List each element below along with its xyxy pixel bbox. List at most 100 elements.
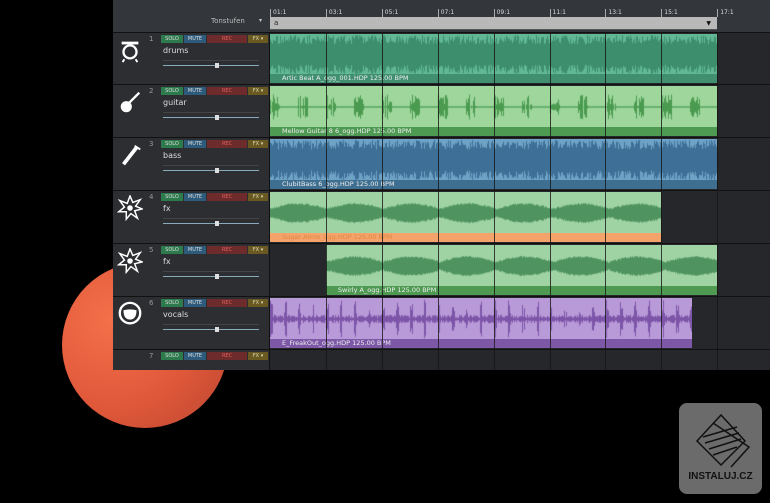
record-button[interactable]: REC: [207, 352, 247, 360]
track-6: 6 SOLO MUTE REC FX ▾ vocals E_FreakOut_og…: [113, 296, 770, 349]
solo-button[interactable]: SOLO: [161, 87, 183, 95]
clip-label: Swirly A_ogg.HDP 125.00 BPM: [326, 286, 717, 295]
track-4: 4 SOLO MUTE REC FX ▾ fx Sugar Atmo_ogg.HD…: [113, 190, 770, 243]
mute-button[interactable]: MUTE: [184, 193, 206, 201]
track-number: 1: [149, 35, 153, 43]
clip-label: E_FreakOut_ogg.HDP 125.00 BPM: [270, 339, 692, 348]
scale-track-bar[interactable]: a ▼: [270, 17, 717, 30]
bar-gridline: [326, 32, 327, 370]
bar-gridline: [438, 32, 439, 370]
mute-button[interactable]: MUTE: [184, 35, 206, 43]
volume-slider[interactable]: [163, 117, 259, 118]
track-header: 3 SOLO MUTE REC FX ▾ bass: [113, 138, 270, 190]
mute-button[interactable]: MUTE: [184, 299, 206, 307]
timeline-tick: 17:1: [717, 9, 733, 17]
drum-icon: [117, 37, 143, 63]
mute-button[interactable]: MUTE: [184, 246, 206, 254]
audio-clip[interactable]: Swirly A_ogg.HDP 125.00 BPM: [326, 245, 717, 295]
track-1: 1 SOLO MUTE REC FX ▾ drums Artic Beat A_o…: [113, 32, 770, 84]
guitar-icon: [117, 89, 143, 115]
track-name: bass: [163, 151, 181, 160]
bar-gridline: [382, 32, 383, 370]
track-name: fx: [163, 204, 171, 213]
volume-slider-handle[interactable]: [215, 274, 219, 279]
volume-slider[interactable]: [163, 223, 259, 224]
waveform: [270, 298, 692, 340]
volume-slider-handle[interactable]: [215, 63, 219, 68]
bar-gridline: [494, 32, 495, 370]
volume-slider-handle[interactable]: [215, 221, 219, 226]
solo-button[interactable]: SOLO: [161, 246, 183, 254]
waveform: [326, 245, 717, 287]
fx-button[interactable]: FX ▾: [248, 35, 268, 43]
mute-button[interactable]: MUTE: [184, 352, 206, 360]
record-button[interactable]: REC: [207, 87, 247, 95]
volume-slider-handle[interactable]: [215, 327, 219, 332]
logo-mark-icon: [679, 403, 762, 473]
timeline-tick: 01:1: [270, 9, 286, 17]
track-5: 5 SOLO MUTE REC FX ▾ fx Swirly A_ogg.HDP …: [113, 243, 770, 296]
record-button[interactable]: REC: [207, 299, 247, 307]
fx-button[interactable]: FX ▾: [248, 246, 268, 254]
track-header: 6 SOLO MUTE REC FX ▾ vocals: [113, 297, 270, 349]
fx-button[interactable]: FX ▾: [248, 299, 268, 307]
track-header: 5 SOLO MUTE REC FX ▾ fx: [113, 244, 270, 296]
audio-clip[interactable]: E_FreakOut_ogg.HDP 125.00 BPM: [270, 298, 692, 348]
bar-gridline: [717, 32, 718, 370]
fx-button[interactable]: FX ▾: [248, 140, 268, 148]
explosion-icon: [117, 195, 143, 221]
bar-gridline: [661, 32, 662, 370]
track-number: 7: [149, 352, 153, 360]
track-header: 1 SOLO MUTE REC FX ▾ drums: [113, 33, 270, 84]
track-number: 3: [149, 140, 153, 148]
track-header: 2 SOLO MUTE REC FX ▾ guitar: [113, 85, 270, 137]
fx-button[interactable]: FX ▾: [248, 352, 268, 360]
volume-slider[interactable]: [163, 276, 259, 277]
solo-button[interactable]: SOLO: [161, 352, 183, 360]
volume-slider-handle[interactable]: [215, 115, 219, 120]
mute-button[interactable]: MUTE: [184, 140, 206, 148]
timeline-tick: 11:1: [550, 9, 566, 17]
bar-gridline: [550, 32, 551, 370]
bar-gridline: [605, 32, 606, 370]
record-button[interactable]: REC: [207, 193, 247, 201]
solo-button[interactable]: SOLO: [161, 140, 183, 148]
timeline-tick: 09:1: [494, 9, 510, 17]
mute-button[interactable]: MUTE: [184, 87, 206, 95]
record-button[interactable]: REC: [207, 140, 247, 148]
volume-slider-handle[interactable]: [215, 168, 219, 173]
volume-slider[interactable]: [163, 329, 259, 330]
solo-button[interactable]: SOLO: [161, 299, 183, 307]
record-button[interactable]: REC: [207, 246, 247, 254]
timeline-tick: 07:1: [438, 9, 454, 17]
scale-value: a: [274, 19, 278, 27]
fx-button[interactable]: FX ▾: [248, 87, 268, 95]
fx-button[interactable]: FX ▾: [248, 193, 268, 201]
timeline-tick: 13:1: [605, 9, 621, 17]
clip-label: Sugar Atmo_ogg.HDP 125.00 BPM: [270, 233, 661, 242]
track-header: 7 SOLO MUTE REC FX ▾: [113, 350, 270, 370]
volume-slider[interactable]: [163, 65, 259, 66]
daw-arranger-window: Tonstufen ▾ 01:1 03:1 05:1 07:1 09:1 11:1 13:1…: [113, 0, 770, 370]
volume-slider[interactable]: [163, 170, 259, 171]
timeline-tick: 15:1: [661, 9, 677, 17]
track-2: 2 SOLO MUTE REC FX ▾ guitar Mellow Guitar…: [113, 84, 770, 137]
track-3: 3 SOLO MUTE REC FX ▾ bass ClubitBass 6_og…: [113, 137, 770, 190]
scale-label: Tonstufen: [211, 17, 245, 25]
track-number: 4: [149, 193, 153, 201]
track-name: vocals: [163, 310, 188, 319]
timeline-tick: 05:1: [382, 9, 398, 17]
track-name: fx: [163, 257, 171, 266]
track-name: drums: [163, 46, 188, 55]
scale-dropdown-arrow-icon[interactable]: ▾: [259, 17, 262, 24]
solo-button[interactable]: SOLO: [161, 193, 183, 201]
solo-button[interactable]: SOLO: [161, 35, 183, 43]
dropdown-arrow-icon[interactable]: ▼: [706, 20, 711, 27]
empty-icon: [117, 354, 143, 380]
track-name: guitar: [163, 98, 187, 107]
mouth-icon: [117, 301, 143, 327]
record-button[interactable]: REC: [207, 35, 247, 43]
waveform: [270, 192, 661, 234]
timeline-tick: 03:1: [326, 9, 342, 17]
audio-clip[interactable]: Sugar Atmo_ogg.HDP 125.00 BPM: [270, 192, 661, 242]
